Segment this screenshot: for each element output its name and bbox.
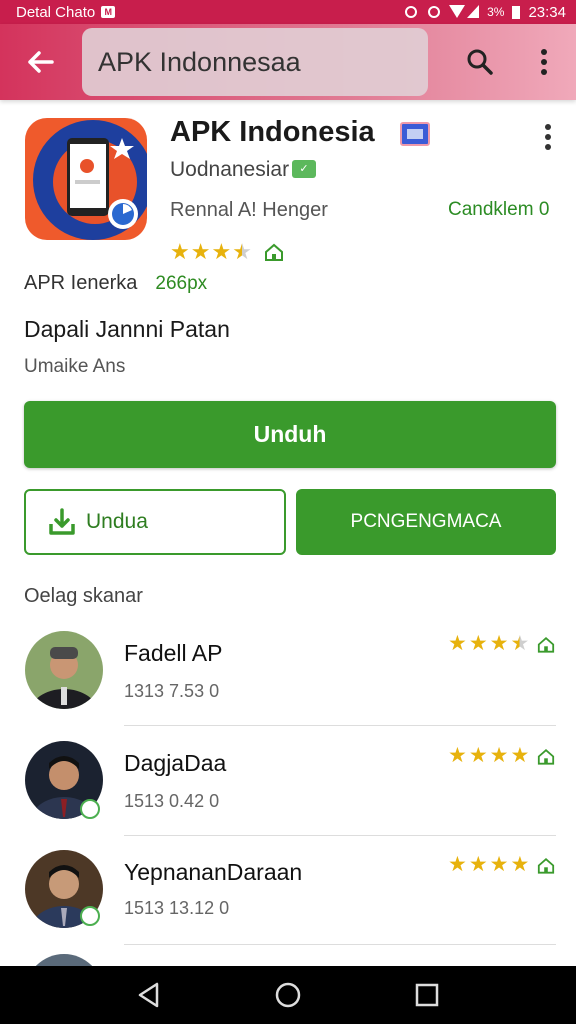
- description-title: Dapali Jannni Patan: [24, 316, 230, 342]
- app-overflow-button[interactable]: [536, 120, 560, 154]
- star-icon: ★: [468, 744, 488, 767]
- signal-icon: [405, 6, 418, 18]
- app-icon: [25, 118, 147, 240]
- reviewer-name: Fadell AP: [124, 640, 223, 666]
- review-item[interactable]: YepnananDaraan 1513 13.12 0 ★ ★ ★ ★: [0, 850, 576, 960]
- star-icon: ★: [468, 632, 488, 655]
- developer-name[interactable]: Uodnanesiar: [170, 158, 289, 182]
- nav-back-icon[interactable]: [135, 981, 163, 1009]
- wifi-icon: [428, 6, 441, 18]
- star-icon: ★: [510, 744, 530, 767]
- review-item[interactable]: [0, 952, 576, 966]
- home-badge-icon: [538, 636, 555, 653]
- star-icon: ★: [489, 744, 509, 767]
- star-icon: ★: [448, 632, 467, 655]
- verified-icon: [80, 799, 100, 819]
- review-stars: ★ ★ ★ ★: [448, 854, 555, 876]
- app-category: Rennal A! Henger: [170, 199, 328, 221]
- star-icon: ★: [489, 853, 509, 876]
- app-rating: ★ ★ ★ ★: [170, 241, 284, 263]
- arrow-back-icon: [28, 51, 54, 73]
- app-title: APK Indonesia: [170, 116, 375, 148]
- download-icon: [49, 508, 75, 535]
- reviews-section-label: Oelag skanar: [24, 585, 143, 607]
- secondary-action-button[interactable]: PCNGENGMACA: [296, 489, 556, 555]
- search-input[interactable]: APK Indonnesaa: [82, 28, 428, 96]
- home-badge-icon: [264, 243, 283, 261]
- verified-badge-icon: [400, 122, 430, 146]
- star-icon: ★: [448, 744, 467, 767]
- download-button[interactable]: Unduh: [24, 401, 556, 468]
- home-badge-icon: [538, 748, 555, 765]
- secondary-action-label: PCNGENGMACA: [350, 511, 502, 532]
- star-icon: ★: [190, 239, 211, 264]
- rating-stars: ★ ★ ★ ★: [170, 241, 252, 263]
- cell-signal-icon: [449, 5, 480, 18]
- nav-home-icon[interactable]: [274, 981, 302, 1009]
- developer-badge-icon: ✓: [292, 160, 316, 178]
- battery-text: 3%: [487, 5, 505, 19]
- star-icon: ★: [448, 853, 467, 876]
- review-item[interactable]: Fadell AP 1313 7.53 0 ★ ★ ★ ★: [0, 631, 576, 741]
- review-meta: 1313 7.53 0: [124, 681, 220, 701]
- search-button[interactable]: [458, 42, 502, 82]
- star-half-icon: ★: [510, 632, 530, 655]
- notification-icon: M: [101, 6, 116, 18]
- review-meta: 1513 0.42 0: [124, 791, 220, 811]
- status-bar: Detal Chato M 3% 23:34: [0, 0, 576, 24]
- download-button-label: Unduh: [253, 421, 327, 447]
- home-badge-icon: [538, 857, 555, 874]
- description-subtitle: Umaike Ans: [24, 356, 126, 377]
- star-icon: ★: [489, 632, 509, 655]
- candidate-link[interactable]: Candklem 0: [448, 199, 549, 221]
- star-half-icon: ★: [232, 239, 252, 264]
- star-icon: ★: [468, 853, 488, 876]
- status-left-text: Detal Chato: [16, 3, 96, 21]
- download-outline-label: Undua: [86, 510, 148, 533]
- more-vert-icon: [541, 49, 547, 75]
- divider: [124, 725, 556, 726]
- avatar: [25, 954, 103, 966]
- divider: [124, 835, 556, 836]
- review-stars: ★ ★ ★ ★: [448, 745, 555, 767]
- more-options-button[interactable]: [526, 42, 562, 82]
- battery-icon: [512, 6, 521, 19]
- reviewer-name: YepnananDaraan: [124, 859, 303, 885]
- divider: [124, 944, 556, 945]
- nav-recents-icon[interactable]: [413, 981, 441, 1009]
- review-item[interactable]: DagjaDaa 1513 0.42 0 ★ ★ ★ ★: [0, 741, 576, 851]
- review-stars: ★ ★ ★ ★: [448, 633, 555, 655]
- back-button[interactable]: [0, 24, 80, 100]
- search-app-bar: APK Indonnesaa: [0, 24, 576, 100]
- clock: 23:34: [528, 3, 566, 21]
- search-icon: [467, 49, 493, 75]
- apr-label: APR Ienerka: [24, 272, 138, 294]
- more-vert-icon: [545, 124, 551, 150]
- star-icon: ★: [510, 853, 530, 876]
- download-outline-button[interactable]: Undua: [24, 489, 286, 555]
- apr-size: 266px: [155, 272, 208, 294]
- star-icon: ★: [170, 239, 190, 264]
- reviewer-name: DagjaDaa: [124, 750, 227, 776]
- apr-info: APR Ienerka 266px: [24, 272, 207, 295]
- avatar: [25, 631, 103, 709]
- system-nav-bar: [0, 966, 576, 1024]
- search-input-value: APK Indonnesaa: [98, 46, 301, 77]
- verified-icon: [80, 906, 100, 926]
- star-icon: ★: [211, 239, 232, 264]
- review-meta: 1513 13.12 0: [124, 898, 230, 918]
